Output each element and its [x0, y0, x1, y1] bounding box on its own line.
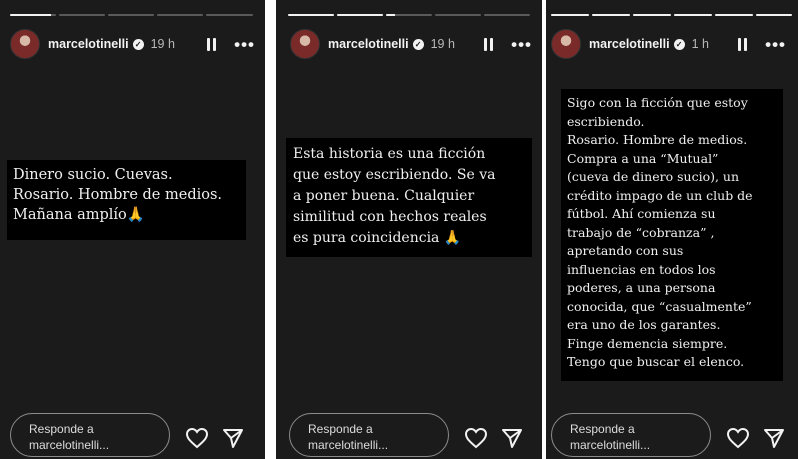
more-options-icon[interactable]: •••: [511, 36, 532, 53]
progress-segment: [435, 14, 481, 16]
verified-badge-icon: ✓: [412, 38, 424, 50]
progress-segment: [157, 14, 203, 16]
pause-icon[interactable]: [207, 37, 217, 51]
progress-segment: [674, 14, 712, 16]
username[interactable]: marcelotinelli: [48, 37, 129, 51]
story-footer: Responde a marcelotinelli...: [289, 413, 530, 459]
heart-icon[interactable]: [464, 427, 488, 449]
story-footer: Responde a marcelotinelli...: [10, 413, 253, 459]
progress-segment: [337, 14, 383, 16]
progress-segment: [59, 14, 105, 16]
progress-segment: [484, 14, 530, 16]
verified-badge-icon: ✓: [132, 38, 144, 50]
story-progress-bar: [288, 14, 530, 16]
timestamp: 19 h: [150, 37, 175, 51]
reply-input[interactable]: Responde a marcelotinelli...: [551, 413, 711, 457]
story-header: marcelotinelli ✓ 19 h •••: [290, 29, 532, 59]
story-panel-1[interactable]: marcelotinelli ✓ 19 h ••• Dinero sucio. …: [0, 0, 265, 459]
progress-segment: [592, 14, 630, 16]
heart-icon[interactable]: [185, 427, 209, 449]
progress-segment: [10, 14, 56, 16]
story-footer: Responde a marcelotinelli...: [551, 413, 786, 459]
more-options-icon[interactable]: •••: [765, 36, 786, 53]
story-progress-bar: [10, 14, 253, 16]
avatar[interactable]: [551, 29, 581, 59]
reply-input[interactable]: Responde a marcelotinelli...: [289, 413, 449, 457]
progress-segment: [551, 14, 589, 16]
progress-segment: [756, 14, 792, 16]
progress-segment: [108, 14, 154, 16]
pause-icon[interactable]: [738, 37, 748, 51]
timestamp: 1 h: [691, 37, 709, 51]
heart-icon[interactable]: [726, 427, 750, 449]
progress-segment: [715, 14, 753, 16]
progress-segment: [288, 14, 334, 16]
story-text: Esta historia es una ficción que estoy e…: [286, 138, 532, 257]
story-panel-3[interactable]: marcelotinelli ✓ 1 h ••• Sigo con la fic…: [546, 0, 798, 459]
send-icon[interactable]: [501, 427, 523, 449]
story-text: Sigo con la ficción que estoy escribiend…: [561, 89, 783, 381]
story-text: Dinero sucio. Cuevas. Rosario. Hombre de…: [7, 160, 246, 240]
progress-segment: [633, 14, 671, 16]
timestamp: 19 h: [430, 37, 455, 51]
avatar[interactable]: [290, 29, 320, 59]
send-icon[interactable]: [222, 427, 244, 449]
story-panel-2[interactable]: marcelotinelli ✓ 19 h ••• Esta historia …: [276, 0, 542, 459]
story-header: marcelotinelli ✓ 1 h •••: [551, 29, 786, 59]
progress-segment: [386, 14, 432, 16]
send-icon[interactable]: [763, 427, 785, 449]
username[interactable]: marcelotinelli: [589, 37, 670, 51]
story-progress-bar: [551, 14, 792, 16]
more-options-icon[interactable]: •••: [234, 36, 255, 53]
avatar[interactable]: [10, 29, 40, 59]
verified-badge-icon: ✓: [673, 38, 685, 50]
progress-segment: [206, 14, 253, 16]
reply-input[interactable]: Responde a marcelotinelli...: [10, 413, 170, 457]
pause-icon[interactable]: [484, 37, 494, 51]
story-header: marcelotinelli ✓ 19 h •••: [10, 29, 255, 59]
username[interactable]: marcelotinelli: [328, 37, 409, 51]
